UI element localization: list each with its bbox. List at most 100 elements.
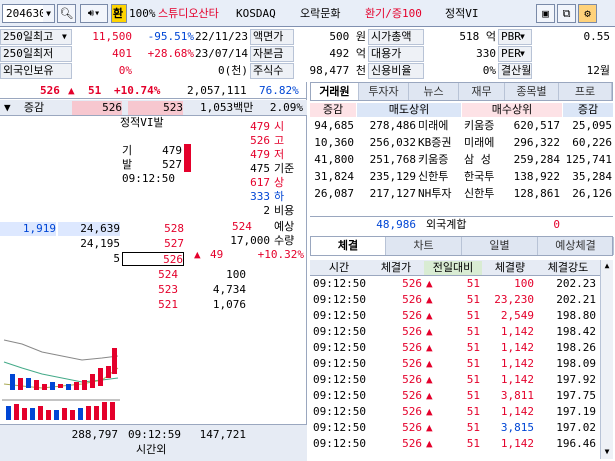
tab-trades-2[interactable]: 일별 bbox=[462, 237, 538, 255]
broker-sell-name[interactable]: 미래에 bbox=[418, 119, 462, 133]
info-value-a: 401 bbox=[112, 47, 132, 60]
broker-sell-qty: 251,768 bbox=[369, 153, 416, 166]
scroll-up-icon[interactable]: ▲ bbox=[601, 260, 613, 272]
tab-broker-4[interactable]: 종목별 bbox=[505, 83, 559, 100]
after-hours-label: 시간외 bbox=[136, 443, 167, 456]
ask-price[interactable]: 527 bbox=[122, 237, 184, 251]
broker-sell-name[interactable]: NH투자 bbox=[418, 187, 462, 201]
trade-strength: 196.46 bbox=[556, 437, 596, 450]
info-value-c: 23/07/14 bbox=[195, 47, 248, 60]
broker-sell-qty: 278,486 bbox=[369, 119, 416, 132]
price-change: 51 bbox=[88, 84, 102, 97]
foreign-label: 외국계합 bbox=[426, 218, 467, 231]
hwan-badge: 환 bbox=[111, 4, 127, 23]
trade-arrow-icon: ▲ bbox=[426, 389, 433, 402]
current-price: 526 bbox=[40, 84, 60, 97]
price-rate: +10.74% bbox=[114, 84, 161, 97]
broker-buy-qty: 296,322 bbox=[513, 136, 560, 149]
ask-price[interactable]: 526 bbox=[122, 252, 184, 266]
copy-icon[interactable]: ⧉ bbox=[557, 4, 576, 23]
tab-broker-3[interactable]: 재무 bbox=[459, 83, 505, 100]
trade-change: 51 bbox=[466, 325, 480, 338]
per-dropdown-icon[interactable]: ▼ bbox=[520, 47, 525, 61]
market-label: KOSDAQ bbox=[236, 7, 276, 20]
info-value-a: 11,500 bbox=[92, 30, 132, 43]
broker-sell-chg: 26,087 bbox=[314, 187, 354, 200]
trade-time: 09:12:50 bbox=[313, 357, 366, 370]
tab-broker-2[interactable]: 뉴스 bbox=[409, 83, 459, 100]
code-dropdown-icon[interactable]: ▼ bbox=[43, 4, 55, 23]
volume-pct: 76.82% bbox=[259, 84, 299, 97]
foreign-row: 48,986 외국계합 0 bbox=[310, 216, 613, 232]
trades-header-2: 전일대비 bbox=[424, 261, 482, 275]
ohlc-value: 479 bbox=[250, 148, 270, 161]
bid-price[interactable]: 523 bbox=[122, 283, 178, 297]
info-value-3: 330 bbox=[476, 47, 496, 60]
info-value-c: 22/11/23 bbox=[195, 30, 248, 43]
trades-rows: 09:12:50 526 ▲ 51 100 202.23 09:12:50 526 ▲ 51 23,… bbox=[310, 277, 600, 457]
trade-qty: 23,230 bbox=[494, 293, 534, 306]
settings-icon[interactable]: ⚙ bbox=[578, 4, 597, 23]
info-value-2: 500 원 bbox=[329, 30, 366, 43]
ask-qty: 24,195 bbox=[80, 237, 120, 250]
trade-price: 526 bbox=[402, 437, 422, 450]
trade-price: 526 bbox=[402, 309, 422, 322]
bid-price[interactable]: 524 bbox=[122, 268, 178, 282]
order-book-header: ▼ 증감 526 523 1,053백만 2.09% bbox=[0, 100, 307, 116]
ask-price[interactable]: 528 bbox=[122, 222, 184, 236]
info-dropdown-icon[interactable]: ▼ bbox=[62, 30, 67, 44]
sell-header: 매도상위 bbox=[357, 103, 461, 117]
broker-sell-chg: 31,824 bbox=[314, 170, 354, 183]
info-value-c: 0(천) bbox=[218, 64, 248, 77]
window-icon[interactable]: ▣ bbox=[536, 4, 555, 23]
mini-chart bbox=[2, 322, 120, 422]
tab-trades-3[interactable]: 예상체결 bbox=[538, 237, 614, 255]
tab-broker-5[interactable]: 프로 bbox=[559, 83, 612, 100]
broker-sell-name[interactable]: KB증권 bbox=[418, 136, 462, 150]
search-icon[interactable]: 🔍︎ bbox=[57, 4, 76, 23]
speaker-icon[interactable]: 🔊︎▾ bbox=[80, 4, 108, 23]
tab-broker-0[interactable]: 거래원 bbox=[311, 83, 359, 100]
trade-price: 526 bbox=[402, 389, 422, 402]
expected-price-label: 예상 bbox=[274, 220, 295, 233]
trade-time: 09:12:50 bbox=[313, 293, 366, 306]
broker-buy-chg: 35,284 bbox=[572, 170, 612, 183]
pbr-dropdown-icon[interactable]: ▼ bbox=[520, 30, 525, 44]
broker-sell-chg: 41,800 bbox=[314, 153, 354, 166]
trade-change: 51 bbox=[466, 389, 480, 402]
trades-scrollbar[interactable]: ▲ ▼ bbox=[600, 260, 613, 459]
tab-broker-1[interactable]: 투자자 bbox=[359, 83, 409, 100]
tab-trades-1[interactable]: 차트 bbox=[386, 237, 462, 255]
expected-change: 49 bbox=[210, 248, 224, 261]
broker-sell-chg: 94,685 bbox=[314, 119, 354, 132]
trade-strength: 197.02 bbox=[556, 421, 596, 434]
trade-strength: 202.21 bbox=[556, 293, 596, 306]
ref-price-1: 526 bbox=[72, 101, 122, 115]
trade-price: 526 bbox=[402, 277, 422, 290]
broker-sell-name[interactable]: 신한투 bbox=[418, 170, 462, 184]
info-label-2: 자본금 bbox=[250, 46, 294, 62]
trade-change: 51 bbox=[466, 405, 480, 418]
trade-time: 09:12:50 bbox=[313, 373, 366, 386]
bid-qty: 4,734 bbox=[212, 283, 246, 296]
trade-strength: 198.26 bbox=[556, 341, 596, 354]
info-value-4: 12월 bbox=[586, 64, 610, 77]
broker-sell-chg: 10,360 bbox=[314, 136, 354, 149]
vi-status-label: 정적VI bbox=[445, 7, 479, 20]
tab-trades-0[interactable]: 체결 bbox=[311, 237, 386, 255]
ohlc-value: 333 bbox=[250, 190, 270, 203]
trade-strength: 197.75 bbox=[556, 389, 596, 402]
trade-qty: 1,142 bbox=[500, 405, 534, 418]
arrow-up-icon: ▲ bbox=[68, 84, 75, 97]
trade-strength: 198.09 bbox=[556, 357, 596, 370]
toolbar: 204630 ▼ 🔍︎ 🔊︎▾ 환 100% 스튜디오산타 KOSDAQ 오락문… bbox=[0, 0, 615, 27]
trade-change: 51 bbox=[466, 309, 480, 322]
ask-change bbox=[0, 252, 56, 266]
bid-price[interactable]: 521 bbox=[122, 298, 178, 312]
ohlc-label: 하 bbox=[274, 190, 285, 203]
sector-label: 오락문화 bbox=[300, 7, 341, 20]
broker-sell-name[interactable]: 키움증 bbox=[418, 153, 462, 167]
scroll-down-icon[interactable]: ▼ bbox=[601, 446, 613, 458]
order-book-panel: 526 ▲ 51 +10.74% 2,057,111 76.82% ▼ 증감 5… bbox=[0, 82, 307, 461]
info-label-3: 신용비율 bbox=[368, 63, 424, 79]
